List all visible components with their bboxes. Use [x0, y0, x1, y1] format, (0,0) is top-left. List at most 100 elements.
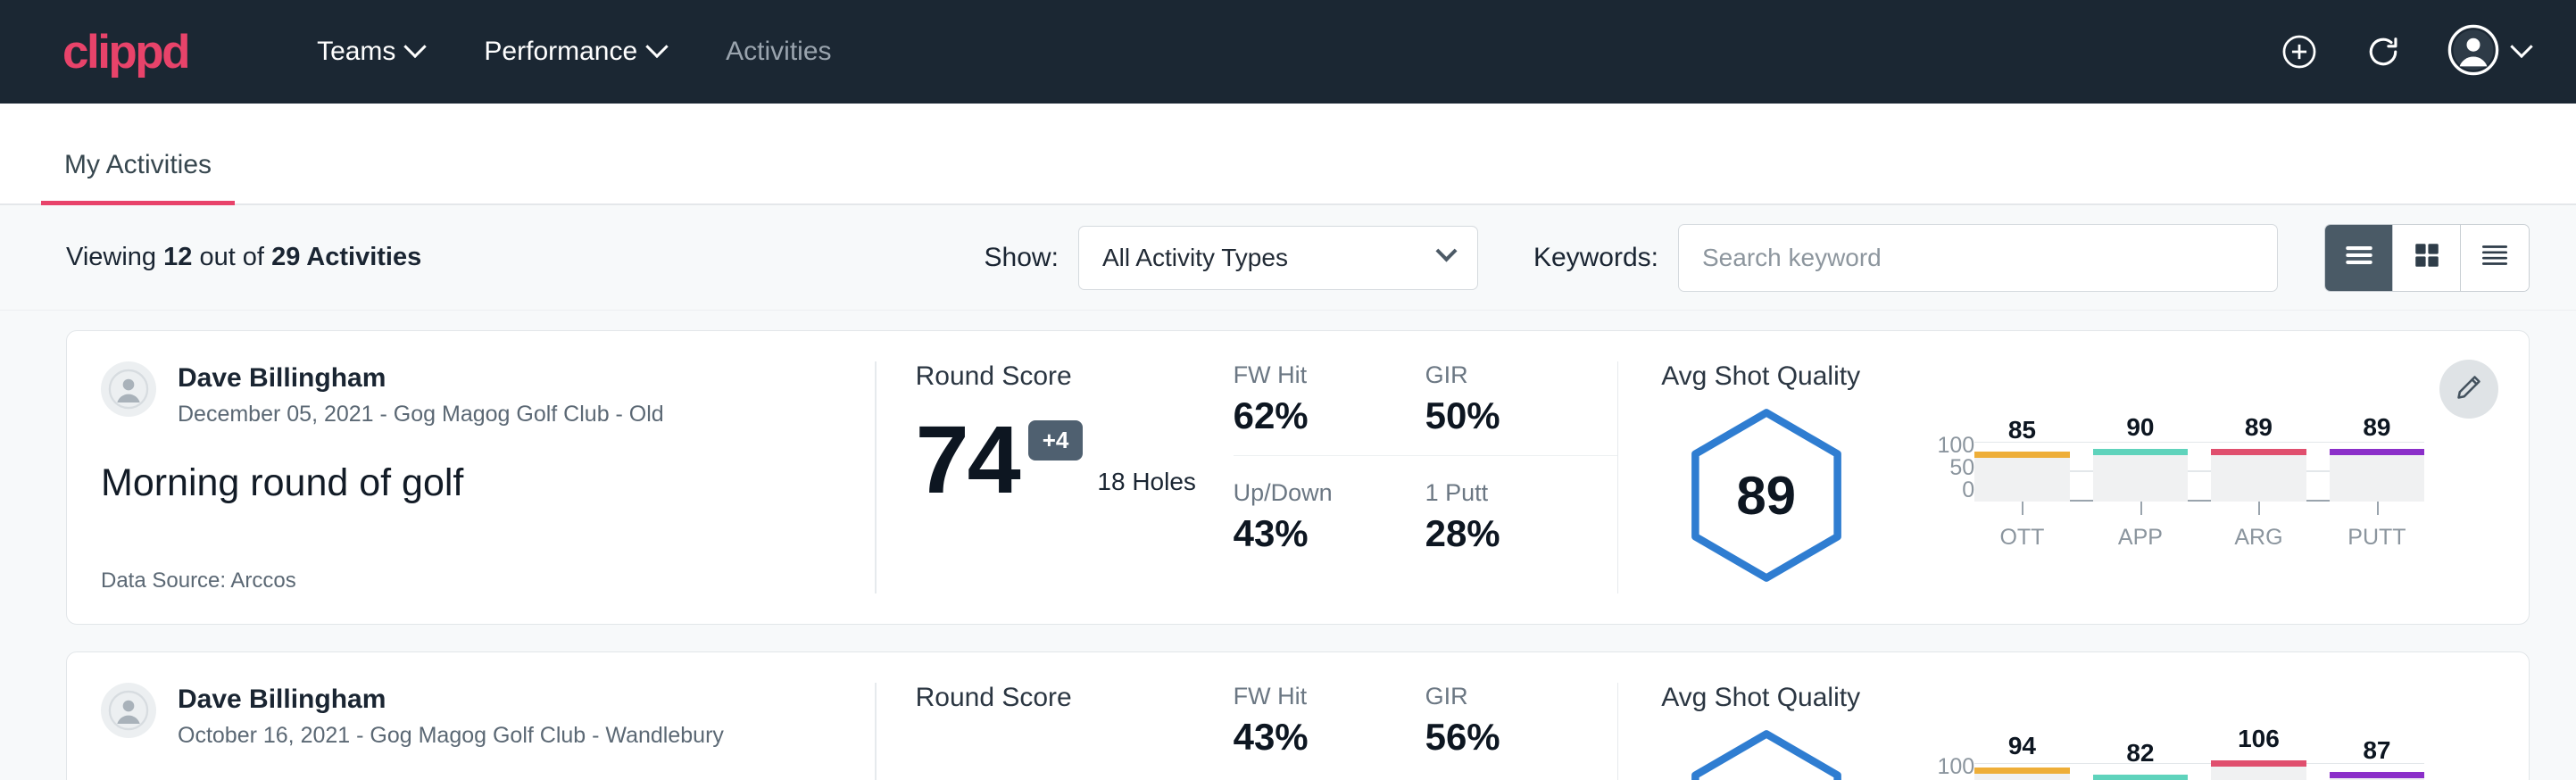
avatar: [101, 361, 156, 417]
round-score-label: Round Score: [916, 683, 1234, 713]
activity-card[interactable]: Dave Billingham December 05, 2021 - Gog …: [66, 330, 2530, 625]
y-tick-label: 50: [1919, 457, 1974, 479]
bar-value-label: 89: [2330, 413, 2425, 442]
pencil-icon: [2454, 372, 2484, 407]
tab-bar: My Activities: [0, 104, 2576, 205]
grid-view-button[interactable]: [2393, 225, 2461, 291]
shot-quality-chart-area: 100500948210687OTTAPPARGPUTT: [1661, 718, 2529, 780]
nav-item-teams[interactable]: Teams: [287, 24, 453, 79]
list-view-button[interactable]: [2325, 225, 2393, 291]
bar-value-label: 90: [2093, 413, 2189, 442]
x-tick-label: PUTT: [2330, 502, 2425, 557]
x-tick-label: APP: [2093, 502, 2189, 557]
bar-value-label: 85: [1974, 416, 2070, 444]
shot-quality-bar-chart: 10050085908989OTTAPPARGPUTT: [1871, 435, 2424, 557]
bar-cap: [2093, 775, 2189, 780]
bar-column[interactable]: 94: [1974, 756, 2070, 780]
stat-fw-hit: FW Hit 43%: [1234, 683, 1425, 759]
stat-label: GIR: [1425, 683, 1587, 710]
nav-item-label: Teams: [317, 37, 395, 67]
keywords-label: Keywords:: [1533, 243, 1658, 273]
clippd-logo[interactable]: clippd: [62, 29, 188, 76]
compact-view-button[interactable]: [2461, 225, 2529, 291]
activity-meta: December 05, 2021 - Gog Magog Golf Club …: [178, 402, 664, 427]
bar-column[interactable]: 85: [1974, 435, 2070, 502]
compact-list-icon: [2478, 238, 2512, 277]
nav-item-activities[interactable]: Activities: [695, 24, 861, 79]
viewing-summary: Viewing 12 out of 29 Activities: [66, 243, 421, 272]
chart-x-axis: OTTAPPARGPUTT: [1974, 502, 2424, 557]
activity-type-value: All Activity Types: [1102, 244, 1288, 272]
bar-column[interactable]: 89: [2211, 435, 2306, 502]
bar-cap: [1974, 452, 2070, 458]
activity-info: Dave Billingham October 16, 2021 - Gog M…: [67, 683, 875, 780]
edit-activity-button[interactable]: [2439, 360, 2498, 419]
player-header: Dave Billingham December 05, 2021 - Gog …: [101, 361, 825, 427]
round-score-row: 74 +4 18 Holes: [916, 415, 1234, 503]
shot-quality-block: Avg Shot Quality 100500948210687OTTAPPAR…: [1618, 683, 2529, 780]
account-avatar-icon: [2447, 24, 2499, 80]
plus-circle-icon[interactable]: [2280, 32, 2319, 71]
stat-up-down: Up/Down 43%: [1234, 479, 1425, 555]
bar-value-label: 106: [2211, 725, 2306, 753]
filter-bar: Viewing 12 out of 29 Activities Show: Al…: [0, 205, 2576, 311]
shot-quality-block: Avg Shot Quality 89 10050085908989OTTAPP…: [1618, 361, 2529, 593]
viewing-prefix: Viewing: [66, 243, 156, 271]
chevron-down-icon: [404, 36, 427, 58]
stat-value: 62%: [1234, 394, 1395, 437]
chevron-down-icon: [645, 36, 668, 58]
bar-column[interactable]: 87: [2330, 756, 2425, 780]
bar-column[interactable]: 90: [2093, 435, 2189, 502]
avatar-menu[interactable]: [2447, 24, 2530, 80]
filter-controls: Show: All Activity Types Keywords:: [985, 224, 2530, 292]
round-score-value: 74: [916, 415, 1019, 503]
score-to-par-badge: +4: [1028, 420, 1084, 461]
stat-label: Up/Down: [1234, 479, 1395, 507]
stat-value: 43%: [1234, 716, 1395, 759]
holes-count: 18 Holes: [1097, 468, 1196, 503]
bar-value-label: 87: [2330, 736, 2425, 765]
shot-quality-hexagon: 89: [1661, 406, 1871, 585]
bar-cap: [2330, 772, 2425, 778]
nav-item-performance[interactable]: Performance: [453, 24, 695, 79]
stat-gir: GIR 56%: [1425, 683, 1617, 759]
nav-item-label: Activities: [726, 37, 831, 67]
bar-column[interactable]: 106: [2211, 756, 2306, 780]
activity-title: Morning round of golf: [101, 461, 825, 505]
bar-column[interactable]: 82: [2093, 756, 2189, 780]
bar: 94: [1974, 768, 2070, 780]
bar-column[interactable]: 89: [2330, 435, 2425, 502]
bar-value-label: 94: [1974, 732, 2070, 760]
stats-grid: FW Hit 62% GIR 50% Up/Down 43% 1 Putt 28…: [1234, 361, 1617, 593]
shot-quality-value: 89: [1736, 465, 1796, 527]
search-input[interactable]: [1678, 224, 2278, 292]
stat-value: 50%: [1425, 394, 1587, 437]
list-view-icon: [2342, 238, 2376, 277]
round-score-block: Round Score 74 +4 18 Holes: [877, 361, 1234, 593]
chart-y-axis: 100500: [1919, 756, 1974, 780]
bar: 89: [2330, 449, 2425, 501]
activity-card[interactable]: Dave Billingham October 16, 2021 - Gog M…: [66, 651, 2530, 780]
shot-quality-hexagon: [1661, 727, 1871, 780]
chevron-down-icon: [1435, 240, 1457, 261]
data-source: Data Source: Arccos: [101, 568, 296, 593]
stat-fw-hit: FW Hit 62%: [1234, 361, 1425, 456]
viewing-total: 29 Activities: [271, 243, 421, 271]
chart-plot-area: 948210687OTTAPPARGPUTT: [1974, 756, 2424, 780]
main-nav: Teams Performance Activities: [287, 24, 2280, 79]
tab-label: My Activities: [64, 150, 212, 179]
activity-type-select[interactable]: All Activity Types: [1078, 226, 1478, 290]
stat-label: FW Hit: [1234, 683, 1395, 710]
bar: 89: [2211, 449, 2306, 501]
player-name: Dave Billingham: [178, 361, 664, 395]
bar-cap: [2093, 449, 2189, 455]
player-name: Dave Billingham: [178, 683, 724, 717]
tab-my-activities[interactable]: My Activities: [41, 150, 235, 203]
bar-cap: [2330, 449, 2425, 455]
chevron-down-icon: [2510, 36, 2532, 58]
refresh-icon[interactable]: [2364, 32, 2403, 71]
activity-meta: October 16, 2021 - Gog Magog Golf Club -…: [178, 723, 724, 749]
shot-quality-bar-chart: 100500948210687OTTAPPARGPUTT: [1871, 756, 2424, 780]
stat-one-putt: 1 Putt 28%: [1425, 479, 1617, 555]
viewing-count: 12: [163, 243, 192, 271]
